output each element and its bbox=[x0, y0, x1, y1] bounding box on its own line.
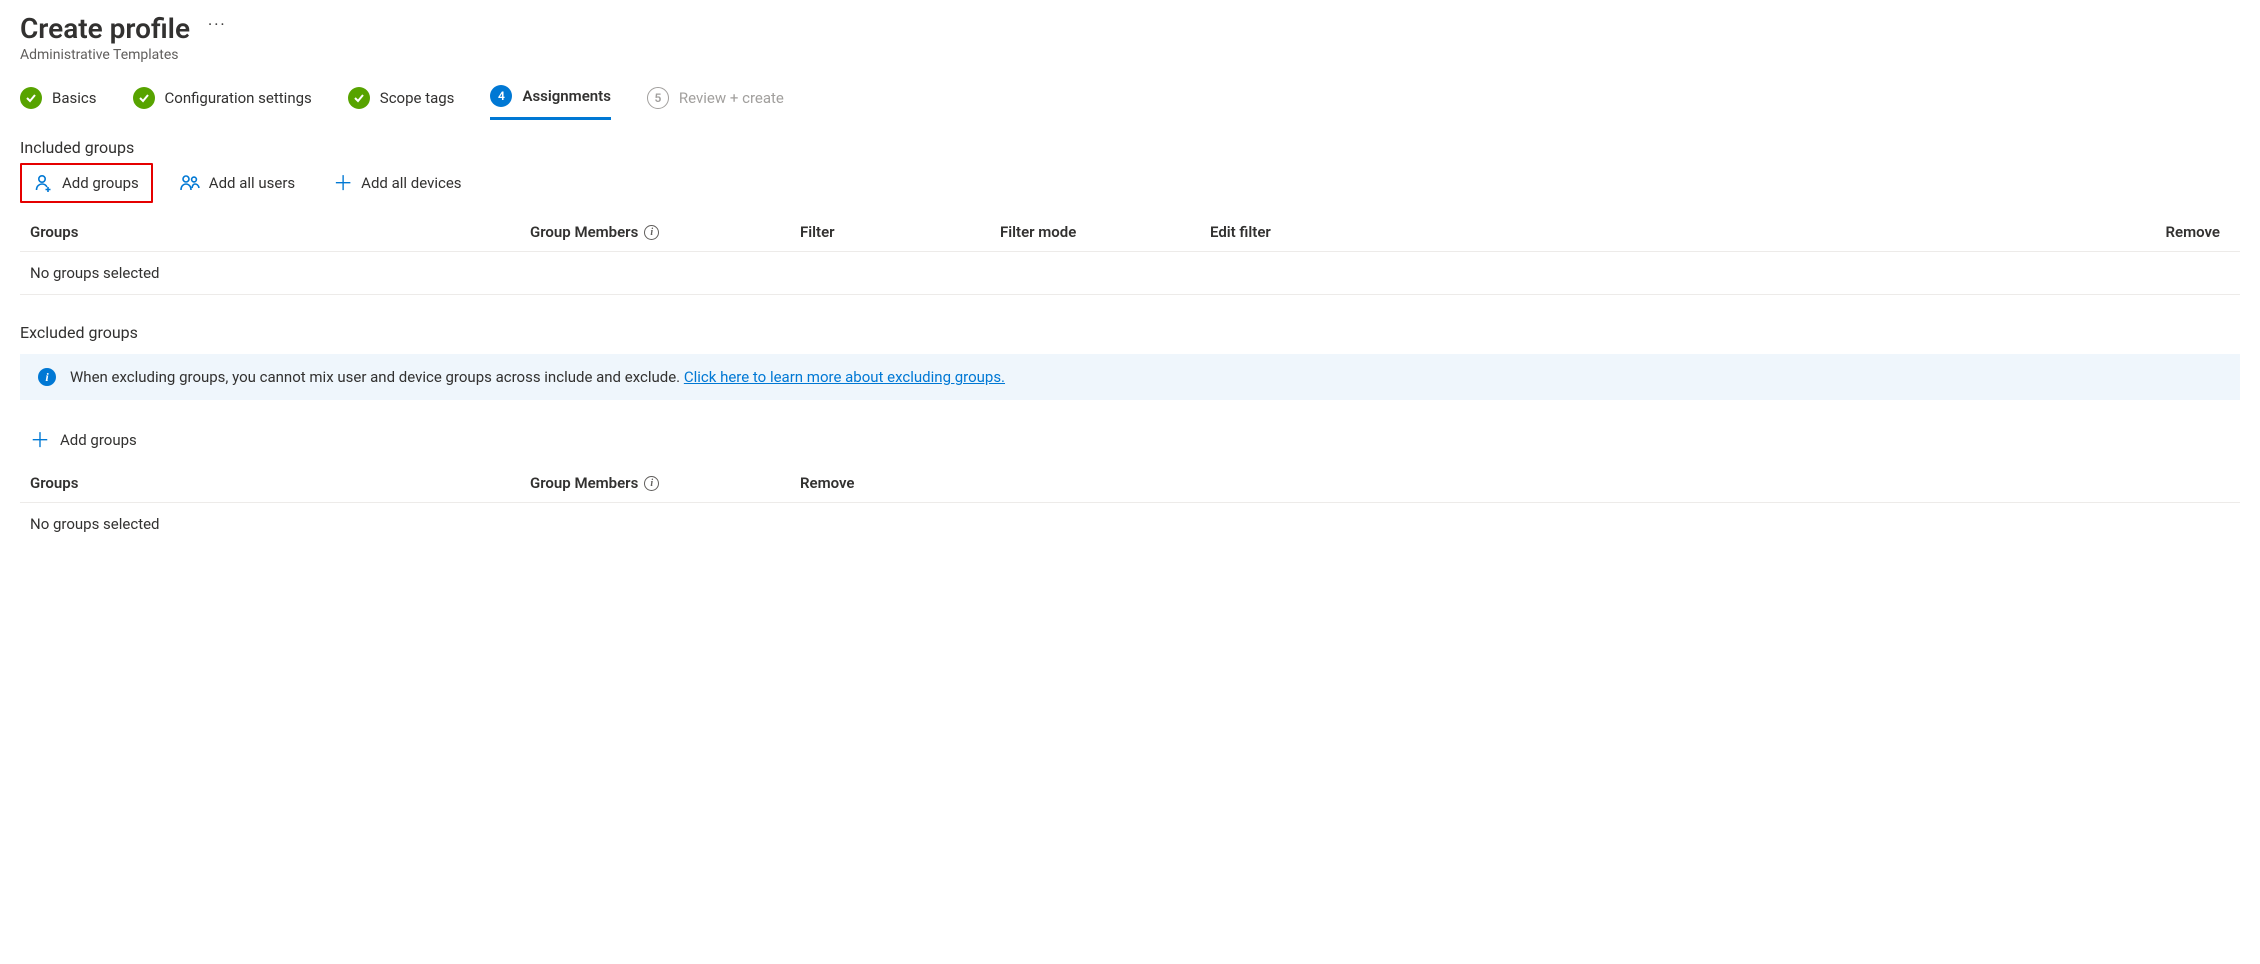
check-icon bbox=[20, 87, 42, 109]
column-group-members: Group Members i bbox=[530, 223, 800, 241]
info-icon[interactable]: i bbox=[644, 476, 659, 491]
column-remove: Remove bbox=[1390, 223, 2230, 241]
excluded-groups-heading: Excluded groups bbox=[20, 323, 2240, 342]
included-actions: Add groups Add all users ＋ Add all devic… bbox=[20, 163, 2240, 203]
column-remove: Remove bbox=[800, 474, 2230, 492]
included-groups-table: Groups Group Members i Filter Filter mod… bbox=[20, 213, 2240, 295]
step-label: Scope tags bbox=[380, 89, 455, 107]
step-label: Assignments bbox=[522, 87, 610, 105]
info-text-container: When excluding groups, you cannot mix us… bbox=[70, 368, 1005, 386]
column-groups: Groups bbox=[30, 223, 530, 241]
step-assignments[interactable]: 4 Assignments bbox=[490, 85, 610, 120]
info-learn-more-link[interactable]: Click here to learn more about excluding… bbox=[684, 368, 1005, 386]
column-group-members: Group Members i bbox=[530, 474, 800, 492]
info-icon[interactable]: i bbox=[644, 225, 659, 240]
add-all-devices-button[interactable]: ＋ Add all devices bbox=[321, 165, 473, 201]
add-all-users-button[interactable]: Add all users bbox=[167, 165, 307, 201]
excluded-groups-table: Groups Group Members i Remove No groups … bbox=[20, 464, 2240, 545]
column-filter-mode: Filter mode bbox=[1000, 223, 1210, 241]
wizard-steps: Basics Configuration settings Scope tags… bbox=[20, 85, 2240, 120]
plus-icon: ＋ bbox=[333, 173, 353, 193]
step-configuration-settings[interactable]: Configuration settings bbox=[133, 87, 312, 119]
step-label: Configuration settings bbox=[165, 89, 312, 107]
page-subtitle: Administrative Templates bbox=[20, 47, 2240, 63]
excluded-info-banner: i When excluding groups, you cannot mix … bbox=[20, 354, 2240, 400]
column-edit-filter: Edit filter bbox=[1210, 223, 1390, 241]
plus-icon: ＋ bbox=[30, 430, 50, 450]
column-groups: Groups bbox=[30, 474, 530, 492]
excluded-empty-row: No groups selected bbox=[20, 503, 2240, 545]
step-number-icon: 5 bbox=[647, 87, 669, 109]
more-menu-icon[interactable]: ··· bbox=[208, 17, 227, 41]
info-text: When excluding groups, you cannot mix us… bbox=[70, 368, 684, 386]
add-groups-button[interactable]: Add groups bbox=[20, 163, 153, 203]
person-add-icon bbox=[34, 173, 54, 193]
step-label: Review + create bbox=[679, 89, 784, 107]
excluded-add-groups-button[interactable]: ＋ Add groups bbox=[20, 422, 147, 458]
step-review-create[interactable]: 5 Review + create bbox=[647, 87, 784, 119]
add-all-devices-label: Add all devices bbox=[361, 174, 461, 192]
add-all-users-label: Add all users bbox=[209, 174, 295, 192]
column-filter: Filter bbox=[800, 223, 1000, 241]
included-empty-row: No groups selected bbox=[20, 252, 2240, 295]
excluded-add-groups-label: Add groups bbox=[60, 431, 137, 449]
page-title: Create profile bbox=[20, 12, 190, 45]
add-groups-label: Add groups bbox=[62, 174, 139, 192]
check-icon bbox=[348, 87, 370, 109]
step-basics[interactable]: Basics bbox=[20, 87, 97, 119]
step-label: Basics bbox=[52, 89, 97, 107]
info-icon: i bbox=[38, 368, 56, 386]
step-number-icon: 4 bbox=[490, 85, 512, 107]
check-icon bbox=[133, 87, 155, 109]
included-groups-heading: Included groups bbox=[20, 138, 2240, 157]
step-scope-tags[interactable]: Scope tags bbox=[348, 87, 455, 119]
people-icon bbox=[179, 173, 201, 193]
